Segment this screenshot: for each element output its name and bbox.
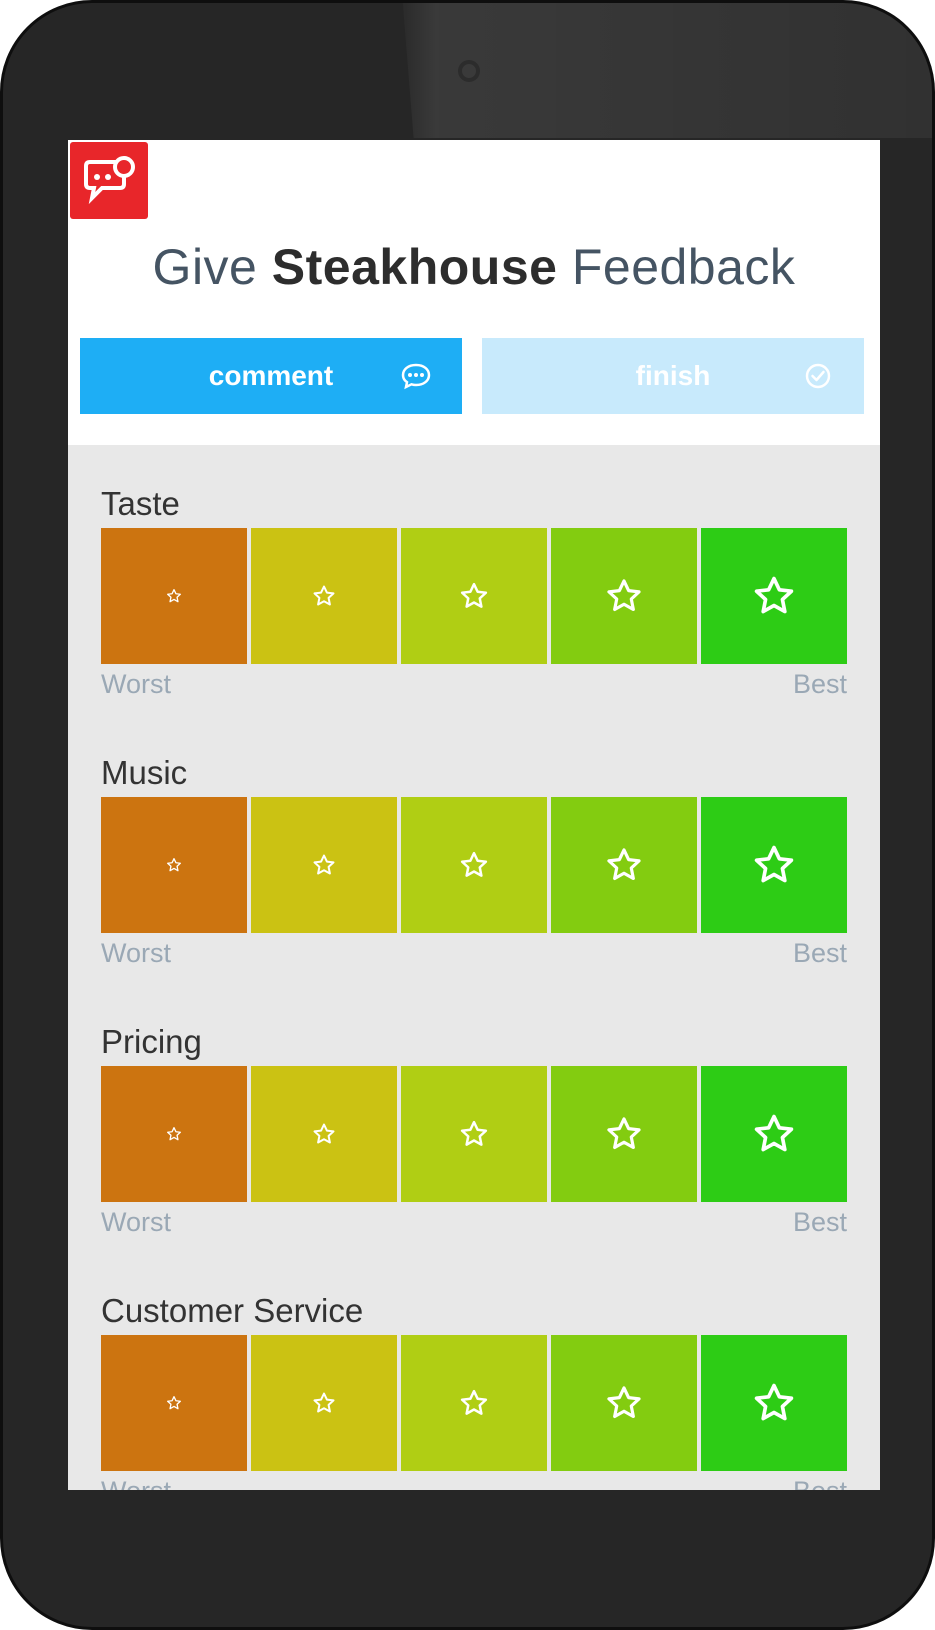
rating-option-5[interactable] [701,528,847,664]
section-label: Taste [101,485,180,522]
finish-button-label: finish [635,360,711,391]
star-icon [167,589,181,603]
finish-button[interactable]: finish [482,338,864,414]
rating-section: Taste Worst Best [101,480,847,700]
rating-option-3[interactable] [401,797,547,933]
comment-button[interactable]: comment [80,338,462,414]
rating-option-2[interactable] [251,1335,397,1471]
rating-option-4[interactable] [551,1066,697,1202]
page-title: Give Steakhouse Feedback [68,238,880,296]
rating-option-4[interactable] [551,528,697,664]
comment-button-label: comment [208,360,334,391]
title-prefix: Give [152,239,258,295]
title-restaurant: Steakhouse [271,239,558,295]
star-icon [460,1120,488,1146]
chat-bubble-icon [84,155,135,204]
star-icon [313,1123,335,1144]
rating-options [101,1066,847,1202]
check-circle-icon [802,360,834,392]
rating-option-2[interactable] [251,528,397,664]
rating-option-1[interactable] [101,528,247,664]
rating-option-1[interactable] [101,1335,247,1471]
tablet-frame: Give Steakhouse Feedback comment finish [0,0,935,1630]
star-icon [167,1396,181,1410]
star-icon [460,582,488,608]
scale-high-label: Best [792,938,847,968]
star-icon [460,851,488,877]
rating-option-3[interactable] [401,1066,547,1202]
star-icon [754,1114,794,1152]
rating-section: Pricing Worst Best [101,1018,847,1238]
title-suffix: Feedback [571,239,796,295]
scale-low-label: Worst [101,669,172,699]
rating-option-3[interactable] [401,1335,547,1471]
rating-options [101,797,847,933]
rating-options [101,528,847,664]
star-icon [754,845,794,883]
rating-option-5[interactable] [701,1335,847,1471]
rating-option-2[interactable] [251,797,397,933]
scale-high-label: Best [792,1207,847,1237]
rating-section: Music Worst Best [101,749,847,969]
star-icon [607,1386,641,1419]
star-icon [754,576,794,614]
section-label: Music [101,754,188,791]
star-icon [607,1117,641,1150]
star-icon [313,585,335,606]
rating-section: Customer Service Worst Best [101,1287,847,1490]
star-icon [313,854,335,875]
scale-high-label: Best [792,669,847,699]
app-logo [70,142,148,219]
scale-low-label: Worst [101,938,172,968]
star-icon [167,858,181,872]
rating-option-5[interactable] [701,797,847,933]
app-header: Give Steakhouse Feedback comment finish [68,140,880,445]
rating-option-5[interactable] [701,1066,847,1202]
rating-option-1[interactable] [101,797,247,933]
rating-option-1[interactable] [101,1066,247,1202]
rating-scale: Worst Best [101,669,847,700]
scale-low-label: Worst [101,1476,171,1490]
rating-options [101,1335,847,1471]
rating-option-4[interactable] [551,1335,697,1471]
rating-scale: Worst Best [101,1207,847,1238]
star-icon [460,1389,488,1415]
app-screen: Give Steakhouse Feedback comment finish [68,140,880,1490]
star-icon [167,1127,181,1141]
rating-scale: Worst Best [101,1476,847,1490]
section-label: Customer Service [101,1292,364,1329]
camera-icon [458,60,480,82]
star-icon [313,1392,335,1413]
scale-high-label: Best [793,1476,847,1490]
star-icon [754,1383,794,1421]
speech-bubble-icon [400,360,432,392]
rating-option-4[interactable] [551,797,697,933]
star-icon [607,579,641,612]
rating-option-3[interactable] [401,528,547,664]
rating-scale: Worst Best [101,938,847,969]
rating-option-2[interactable] [251,1066,397,1202]
section-label: Pricing [101,1023,202,1060]
scale-low-label: Worst [101,1207,172,1237]
star-icon [607,848,641,881]
